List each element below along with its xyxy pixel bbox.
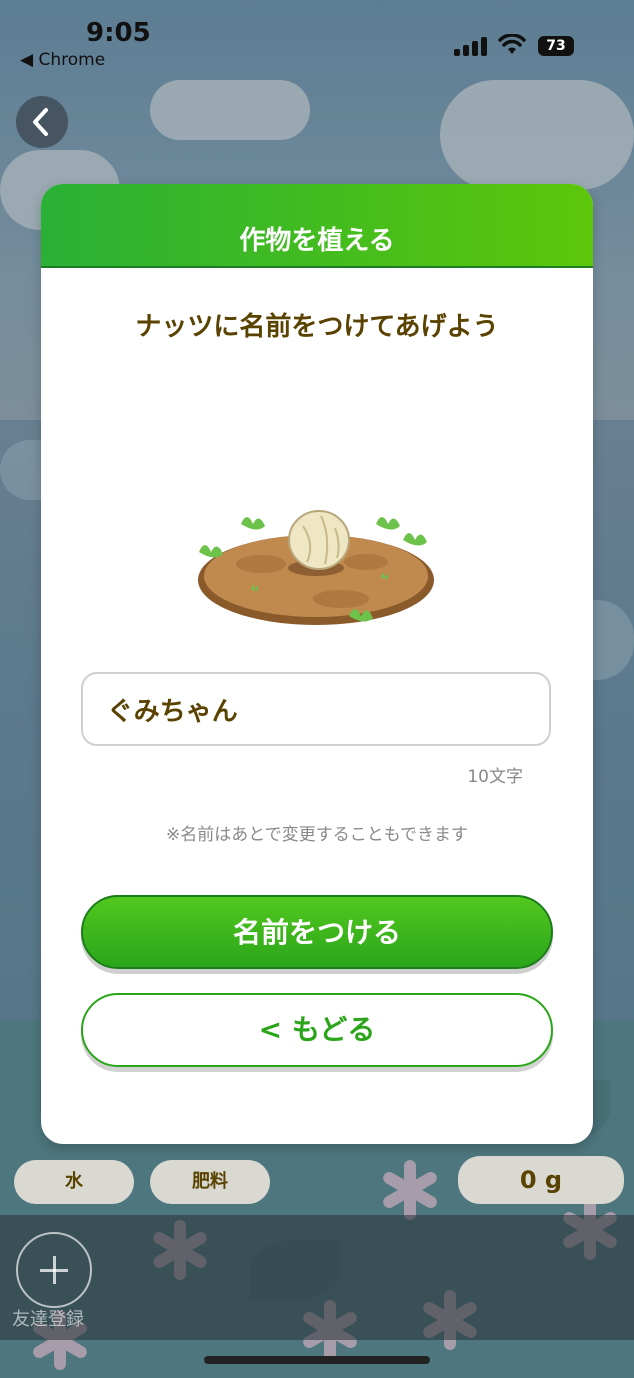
cellular-signal-icon	[454, 36, 488, 56]
add-friend-button[interactable]	[16, 1232, 92, 1308]
harvest-weight-display: 0 g	[458, 1156, 624, 1204]
status-bar: 9:05 ◀ Chrome 73	[0, 0, 634, 80]
chevron-left-icon	[33, 108, 48, 136]
back-button[interactable]	[16, 96, 68, 148]
seed-plot-illustration	[198, 510, 434, 625]
add-friend-label: 友達登録	[12, 1309, 84, 1330]
dialog-subtitle: ナッツに名前をつけてあげよう	[135, 312, 499, 342]
dialog-header: 作物を植える	[41, 184, 593, 268]
plant-crop-dialog: 作物を植える ナッツに名前をつけてあげよう 10文字 ※名前はあとで変更すること…	[41, 184, 593, 1144]
battery-indicator: 73	[538, 36, 574, 56]
status-time: 9:05	[86, 18, 151, 48]
crop-name-input[interactable]	[81, 672, 551, 746]
bottom-menu-band	[0, 1215, 634, 1340]
wifi-icon	[498, 34, 526, 54]
go-back-button[interactable]: < もどる	[81, 993, 553, 1067]
set-name-button[interactable]: 名前をつける	[81, 895, 553, 969]
dialog-title: 作物を植える	[239, 226, 395, 256]
fertilizer-button[interactable]: 肥料	[150, 1160, 270, 1204]
rename-note: ※名前はあとで変更することもできます	[165, 825, 469, 845]
water-button[interactable]: 水	[14, 1160, 134, 1204]
back-to-chrome-link[interactable]: ◀ Chrome	[20, 50, 105, 70]
character-limit-label: 10文字	[467, 767, 523, 787]
home-indicator	[204, 1356, 430, 1364]
